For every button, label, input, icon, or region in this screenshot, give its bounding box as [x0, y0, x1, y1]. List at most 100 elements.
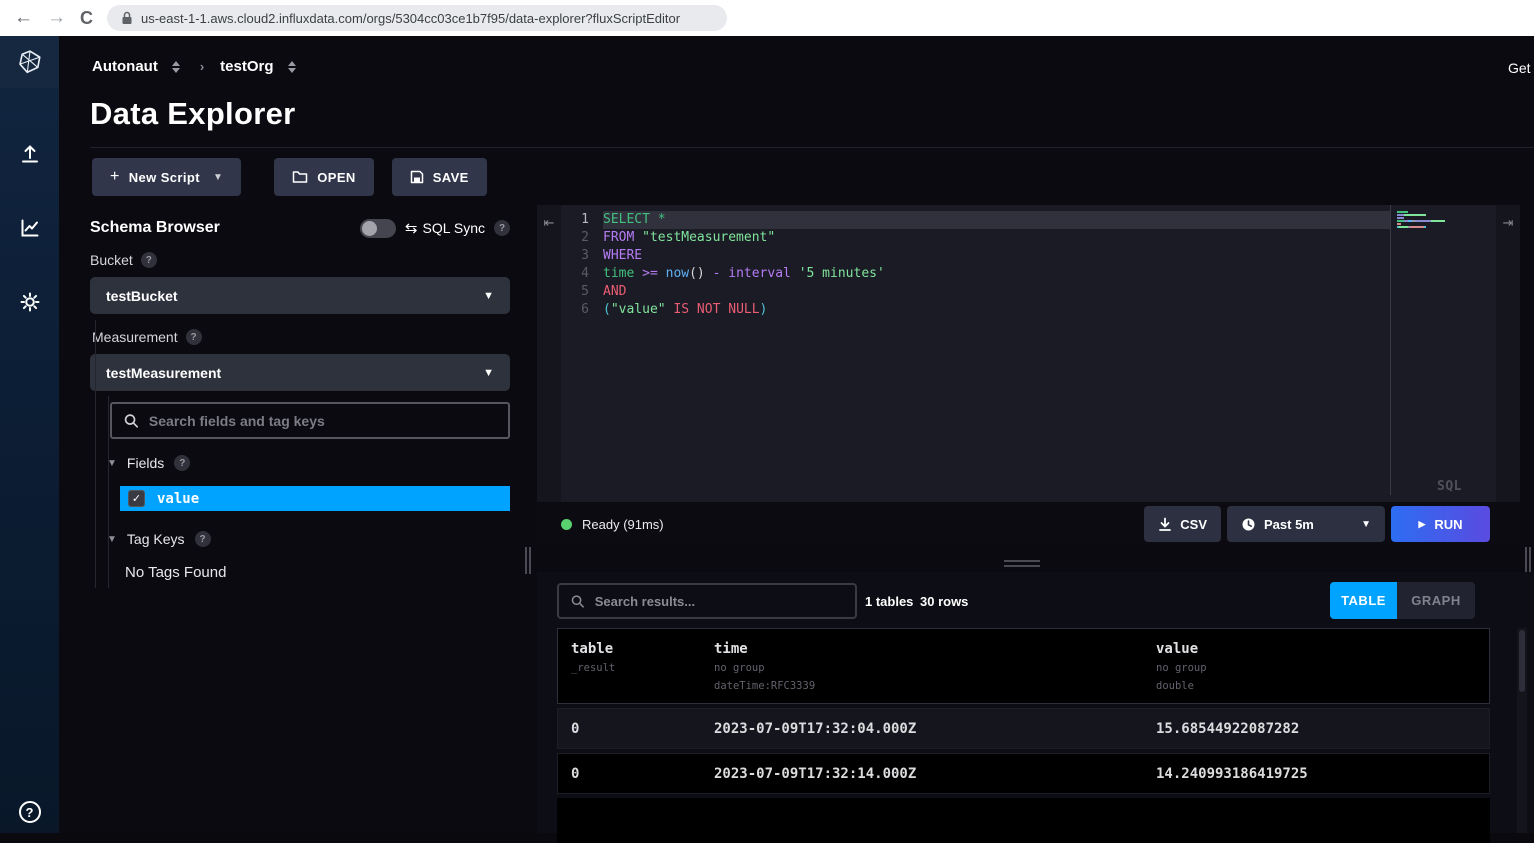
sql-sync-toggle[interactable]	[360, 219, 396, 238]
editor-minimap[interactable]	[1397, 211, 1457, 229]
table-cell: 15.68544922087282	[1156, 721, 1489, 737]
fields-label: Fields	[127, 455, 164, 471]
measurement-help-icon[interactable]: ?	[186, 329, 202, 345]
line-number: 1	[561, 211, 589, 229]
schema-browser: Schema Browser ⇆ SQL Sync ? Bucket ? tes…	[90, 216, 510, 391]
browser-forward-icon[interactable]: →	[47, 7, 66, 29]
measurement-label: Measurement	[92, 329, 178, 345]
line-number: 6	[561, 301, 589, 319]
sidebar-item-load-data[interactable]	[0, 128, 59, 180]
save-button[interactable]: SAVE	[392, 158, 487, 196]
right-splitter-handle[interactable]	[1525, 547, 1533, 574]
line-number: 2	[561, 229, 589, 247]
sidebar-item-data-explorer[interactable]	[0, 202, 59, 254]
collapse-right-icon[interactable]: ⇥	[1496, 205, 1520, 502]
browser-back-icon[interactable]: ←	[14, 7, 33, 29]
fields-help-icon[interactable]: ?	[174, 455, 190, 471]
chevron-down-icon: ▼	[213, 172, 223, 183]
indent-guide	[95, 320, 96, 588]
sidebar-item-settings[interactable]	[0, 276, 59, 328]
sql-editor[interactable]: ⇤ 1SELECT *2FROM "testMeasurement"3WHERE…	[537, 205, 1520, 502]
run-button[interactable]: ▶ RUN	[1391, 506, 1490, 542]
results-scrollbar[interactable]	[1517, 628, 1527, 833]
schema-search-box[interactable]	[110, 402, 510, 439]
csv-download-button[interactable]: CSV	[1144, 506, 1221, 542]
play-icon: ▶	[1418, 519, 1425, 530]
address-bar[interactable]: us-east-1-1.aws.cloud2.influxdata.com/or…	[107, 5, 727, 31]
caret-down-icon: ▼	[107, 534, 117, 545]
help-icon[interactable]: ?	[19, 801, 41, 823]
open-button[interactable]: OPEN	[274, 158, 373, 196]
code-line[interactable]: 1SELECT *	[561, 211, 1496, 229]
column-header: valueno groupdouble	[1156, 641, 1489, 703]
bucket-label: Bucket	[90, 252, 133, 268]
get-link[interactable]: Get	[1508, 60, 1531, 76]
measurement-dropdown[interactable]: testMeasurement ▼	[90, 354, 510, 391]
code-line[interactable]: 6("value" IS NOT NULL)	[561, 301, 1496, 319]
code-area[interactable]: 1SELECT *2FROM "testMeasurement"3WHERE4t…	[561, 205, 1496, 502]
results-search-box[interactable]	[557, 583, 857, 619]
line-number: 4	[561, 265, 589, 283]
chevron-down-icon: ▼	[483, 290, 494, 302]
results-search-input[interactable]	[595, 594, 843, 609]
code-line[interactable]: 2FROM "testMeasurement"	[561, 229, 1496, 247]
table-cell: 2023-07-09T17:32:04.000Z	[714, 721, 1156, 737]
value-checkbox[interactable]: ✓	[128, 490, 145, 507]
code-line[interactable]: 4time >= now() - interval '5 minutes'	[561, 265, 1496, 283]
language-badge: SQL	[1437, 478, 1462, 496]
suborg-switch-caret-icon[interactable]	[288, 61, 296, 73]
schema-browser-title: Schema Browser	[90, 219, 220, 237]
column-header: timeno groupdateTime:RFC3339	[714, 641, 1156, 703]
chevron-down-icon: ▼	[1361, 519, 1371, 530]
page-title: Data Explorer	[90, 96, 295, 132]
main-content: Autonaut › testOrg Get Data Explorer + N…	[59, 36, 1534, 833]
fields-expander[interactable]: ▼ Fields ?	[107, 455, 190, 471]
tables-count: 1 tables	[865, 594, 913, 609]
sync-arrows-icon: ⇆	[405, 219, 418, 237]
breadcrumb: Autonaut › testOrg	[92, 58, 300, 75]
title-divider	[90, 147, 1534, 148]
time-range-dropdown[interactable]: Past 5m ▼	[1227, 506, 1385, 542]
influxdb-cube-icon	[17, 49, 43, 75]
bucket-help-icon[interactable]: ?	[141, 252, 157, 268]
results-panel: 1 tables 30 rows TABLE GRAPH table_resul…	[537, 572, 1534, 833]
upload-icon	[18, 142, 42, 166]
horizontal-splitter-handle[interactable]	[1004, 560, 1040, 570]
gear-icon	[18, 290, 42, 314]
search-icon	[571, 594, 585, 609]
browser-reload-icon[interactable]: C	[80, 8, 93, 29]
bucket-dropdown[interactable]: testBucket ▼	[90, 277, 510, 314]
influxdb-logo[interactable]	[0, 36, 59, 88]
status-text: Ready (91ms)	[582, 517, 664, 532]
sql-sync-help-icon[interactable]: ?	[494, 220, 510, 236]
schema-search-input[interactable]	[149, 413, 496, 429]
new-script-button[interactable]: + New Script ▼	[92, 158, 241, 196]
tab-table[interactable]: TABLE	[1330, 582, 1397, 619]
breadcrumb-org[interactable]: Autonaut	[92, 58, 158, 75]
breadcrumb-suborg[interactable]: testOrg	[220, 58, 273, 75]
org-switch-caret-icon[interactable]	[172, 61, 180, 73]
rows-count: 30 rows	[920, 594, 968, 609]
plus-icon: +	[110, 168, 120, 186]
left-splitter-handle[interactable]	[525, 547, 533, 574]
url-text: us-east-1-1.aws.cloud2.influxdata.com/or…	[141, 11, 680, 26]
table-cell: 2023-07-09T17:32:14.000Z	[714, 766, 1156, 782]
tag-keys-help-icon[interactable]: ?	[195, 531, 211, 547]
collapse-left-icon[interactable]: ⇤	[537, 205, 561, 502]
table-row[interactable]: 02023-07-09T17:32:14.000Z14.240993186419…	[557, 753, 1490, 794]
results-table: table_resulttimeno groupdateTime:RFC3339…	[557, 628, 1490, 843]
tag-keys-expander[interactable]: ▼ Tag Keys ?	[107, 531, 211, 547]
table-cell: 0	[571, 721, 714, 737]
sql-sync-label: ⇆ SQL Sync	[405, 219, 485, 237]
table-row[interactable]: 02023-07-09T17:32:04.000Z15.685449220872…	[557, 708, 1490, 749]
editor-status-bar: Ready (91ms) CSV Past 5m ▼ ▶ RUN	[537, 503, 1520, 545]
code-line[interactable]: 3WHERE	[561, 247, 1496, 265]
chevron-down-icon: ▼	[483, 367, 494, 379]
status-dot	[561, 519, 572, 530]
code-line[interactable]: 5AND	[561, 283, 1496, 301]
tab-graph[interactable]: GRAPH	[1397, 582, 1475, 619]
indent-guide	[108, 396, 109, 588]
field-item-value[interactable]: ✓ value	[120, 486, 510, 511]
view-toggle: TABLE GRAPH	[1330, 582, 1475, 619]
scrollbar-thumb[interactable]	[1519, 630, 1525, 692]
